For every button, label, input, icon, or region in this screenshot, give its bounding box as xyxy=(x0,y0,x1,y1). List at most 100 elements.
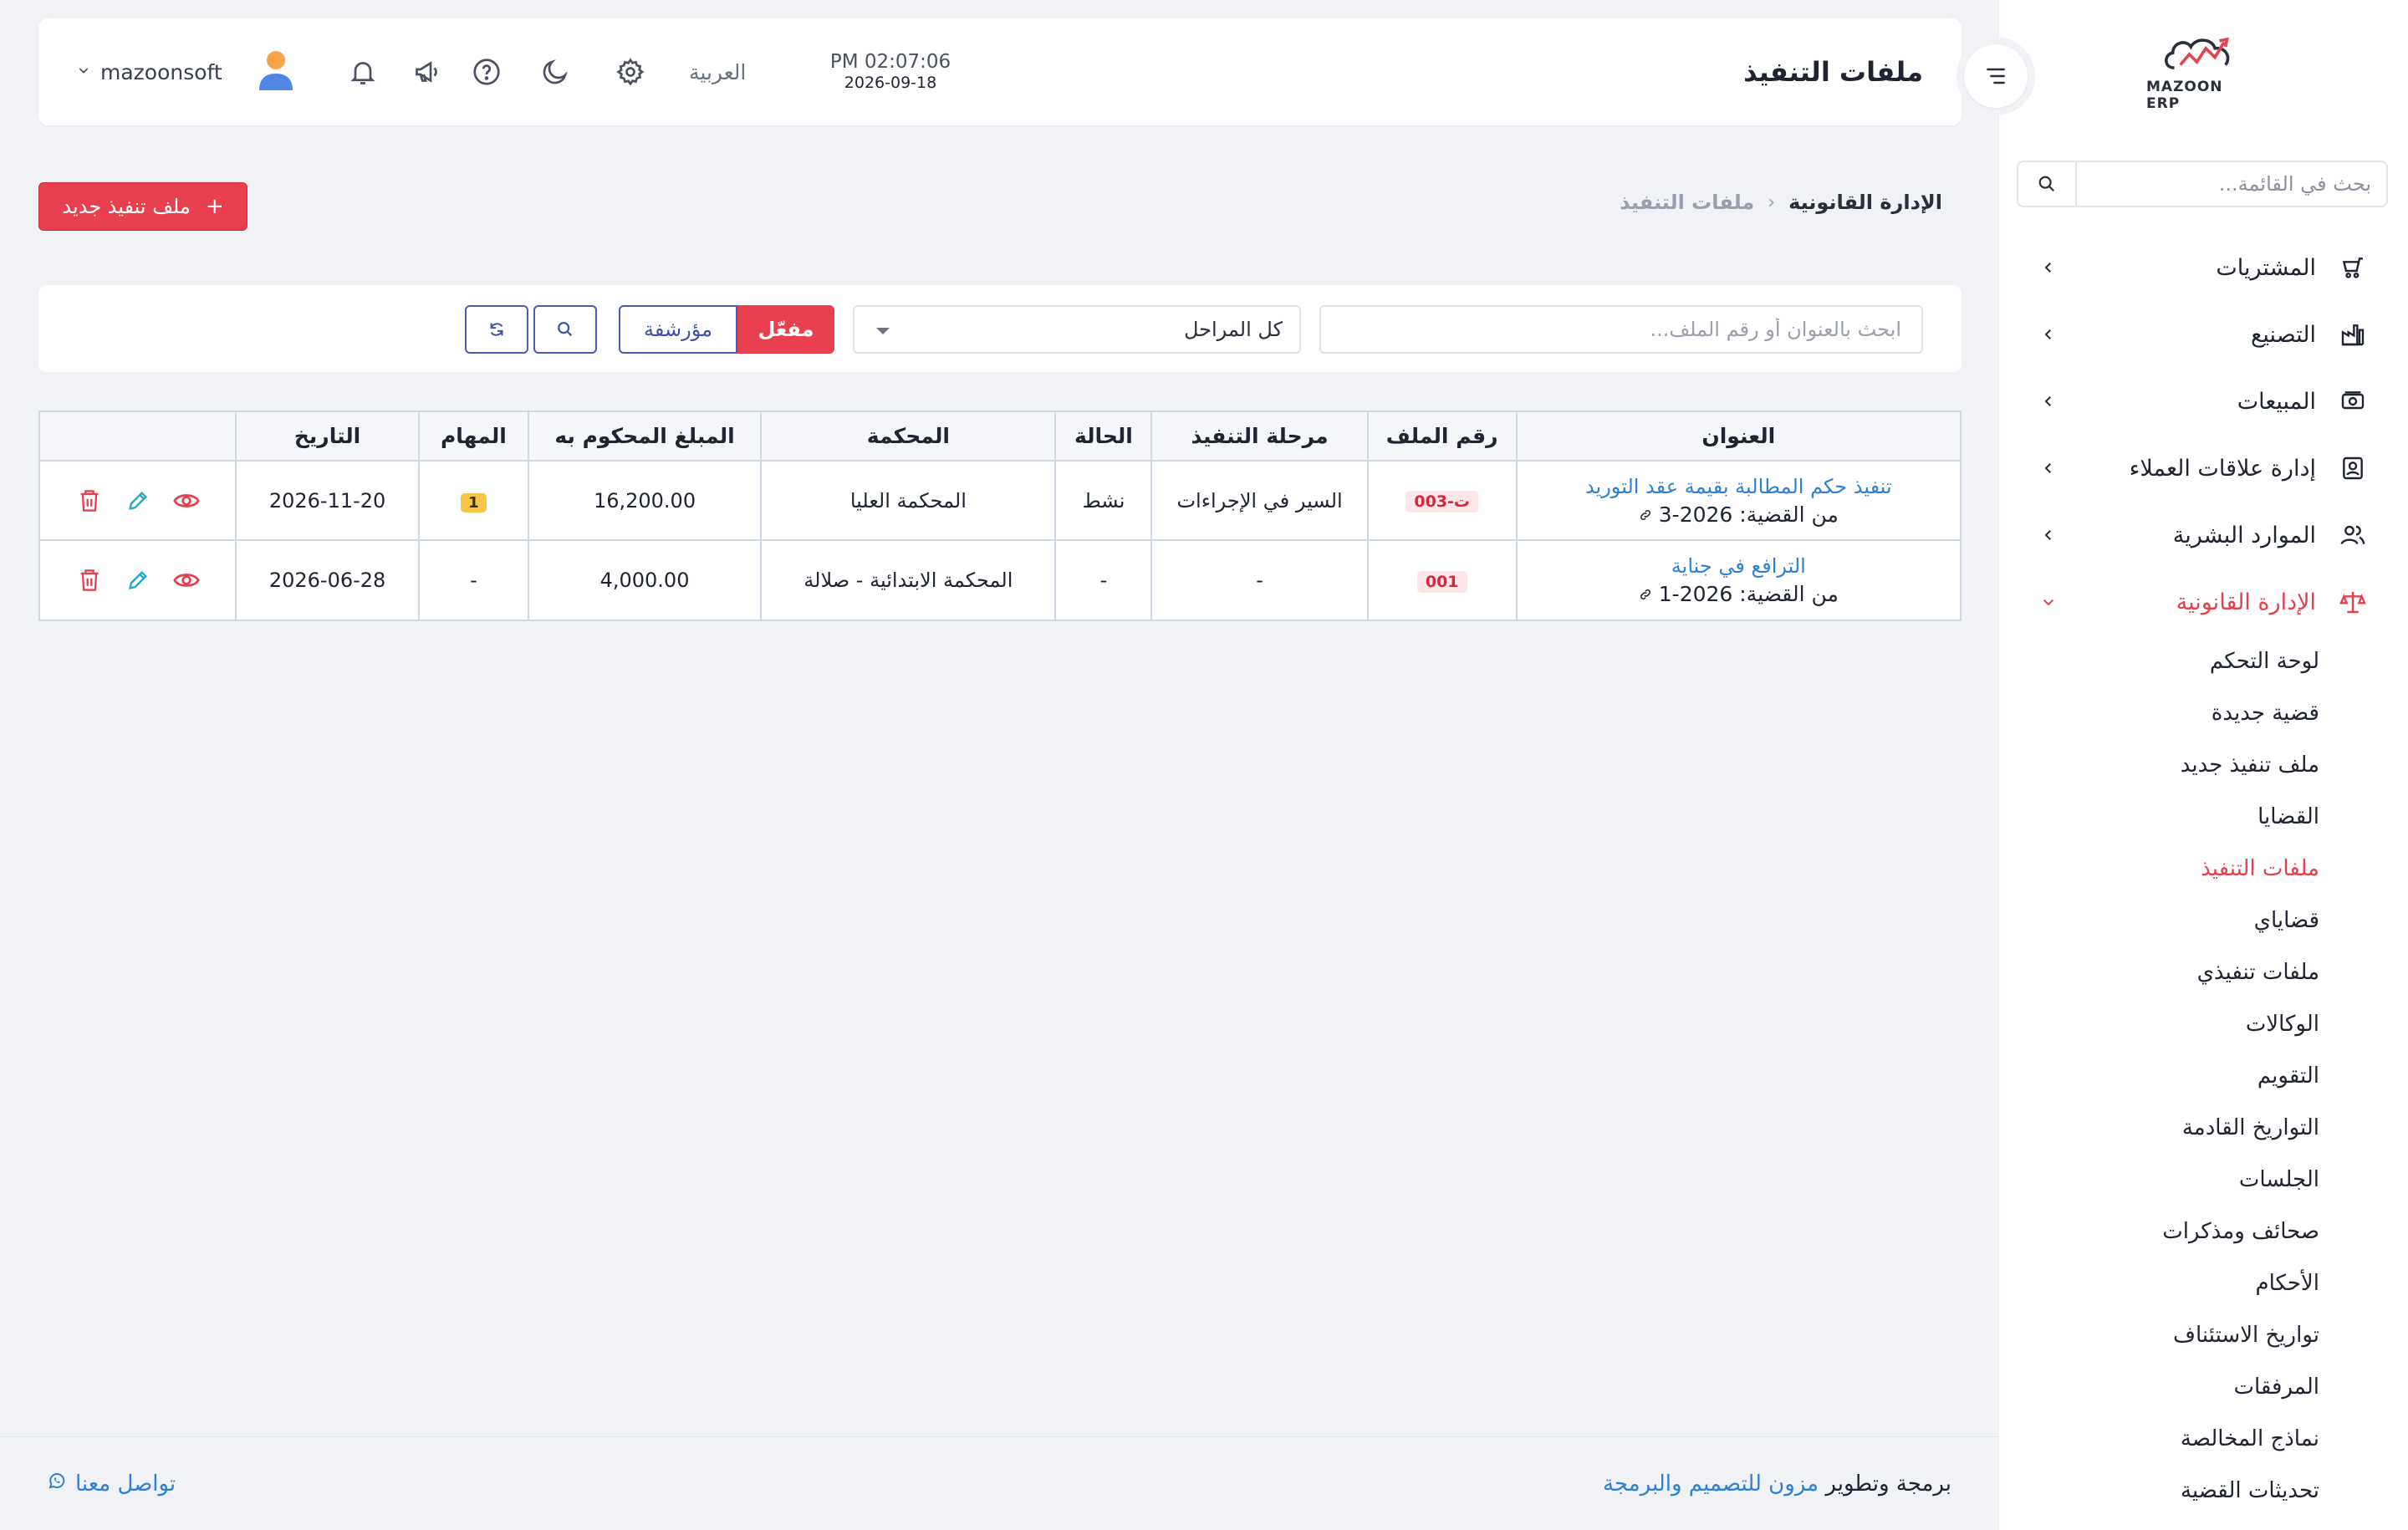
breadcrumb-separator-icon: ‹ xyxy=(1768,191,1776,213)
column-header-tasks[interactable]: المهام xyxy=(417,412,528,462)
sidebar-item-hr[interactable]: الموارد البشرية xyxy=(1998,502,2408,569)
view-icon[interactable] xyxy=(171,565,202,595)
gear-icon[interactable] xyxy=(610,52,650,92)
bell-icon[interactable] xyxy=(343,52,383,92)
cell-actions xyxy=(40,540,236,620)
stage-select-value: كل المراحل xyxy=(1183,318,1283,341)
delete-icon[interactable] xyxy=(74,486,105,516)
cell-date: 2026-06-28 xyxy=(235,540,419,620)
contact-us-link[interactable]: تواصل معنا xyxy=(47,1471,176,1497)
sidebar-item-sales[interactable]: المبيعات xyxy=(1998,368,2408,435)
sidebar-item-label: إدارة علاقات العملاء xyxy=(2129,455,2316,482)
chevron-down-icon xyxy=(2038,592,2059,612)
stage-select[interactable]: كل المراحل xyxy=(853,305,1301,354)
column-header-title[interactable]: العنوان xyxy=(1515,412,1960,462)
cart-icon xyxy=(2338,252,2368,283)
contact-us-label: تواصل معنا xyxy=(75,1471,176,1497)
megaphone-icon[interactable] xyxy=(408,52,448,92)
file-number-badge: ت-003 xyxy=(1406,491,1478,513)
file-title-link[interactable]: تنفيذ حكم المطالبة بقيمة عقد التوريد xyxy=(1518,472,1960,501)
delete-icon[interactable] xyxy=(74,565,105,595)
search-button[interactable] xyxy=(533,305,597,354)
case-reference[interactable]: من القضية: 2026-1 xyxy=(1639,580,1839,609)
chevron-left-icon xyxy=(2038,324,2059,344)
breadcrumb-parent[interactable]: الإدارة القانونية xyxy=(1788,191,1942,214)
sidebar-item-legal[interactable]: الإدارة القانونية xyxy=(1998,569,2408,635)
refresh-button[interactable] xyxy=(465,305,528,354)
sidebar-item-label: الموارد البشرية xyxy=(2172,522,2316,548)
new-execution-file-button[interactable]: + ملف تنفيذ جديد xyxy=(38,182,247,231)
tasks-count-badge[interactable]: 1 xyxy=(461,492,487,513)
submenu-item-pleadings[interactable]: صحائف ومذكرات xyxy=(1998,1206,2319,1257)
view-icon[interactable] xyxy=(171,486,202,516)
sidebar-item-crm[interactable]: إدارة علاقات العملاء xyxy=(1998,435,2408,502)
cell-tasks: 1 xyxy=(417,461,528,541)
column-header-file-no[interactable]: رقم الملف xyxy=(1366,412,1517,462)
submenu-item-judgments[interactable]: الأحكام xyxy=(1998,1257,2319,1309)
file-search-input[interactable] xyxy=(1319,305,1923,354)
language-switch[interactable]: العربية xyxy=(689,18,746,125)
archived-tab[interactable]: مؤرشفة xyxy=(619,305,737,354)
submenu-item-upcoming-dates[interactable]: التواريخ القادمة xyxy=(1998,1102,2319,1154)
cell-stage: السير في الإجراءات xyxy=(1150,461,1368,541)
submenu-item-agencies[interactable]: الوكالات xyxy=(1998,998,2319,1050)
active-tab[interactable]: مفعّل xyxy=(737,305,834,354)
cell-file-no: 001 xyxy=(1366,540,1517,620)
submenu-item-clearance-forms[interactable]: نماذج المخالصة xyxy=(1998,1413,2319,1465)
help-icon[interactable] xyxy=(467,52,507,92)
logo[interactable]: MAZOON ERP xyxy=(2146,32,2255,112)
footer-brand-link[interactable]: مزون للتصميم والبرمجة xyxy=(1603,1471,1819,1497)
submenu-item-my-cases[interactable]: قضاياي xyxy=(1998,895,2319,946)
sidebar-toggle[interactable] xyxy=(1956,37,2035,115)
submenu-item-dashboard[interactable]: لوحة التحكم xyxy=(1998,635,2319,687)
sidebar-item-manufacturing[interactable]: التصنيع xyxy=(1998,301,2408,368)
submenu-item-new-execution-file[interactable]: ملف تنفيذ جديد xyxy=(1998,739,2319,791)
submenu-item-sessions[interactable]: الجلسات xyxy=(1998,1154,2319,1206)
column-header-amount[interactable]: المبلغ المحكوم به xyxy=(527,412,762,462)
edit-icon[interactable] xyxy=(123,486,153,516)
submenu-item-appeal-dates[interactable]: تواريخ الاستئناف xyxy=(1998,1309,2319,1361)
sidebar-search-icon[interactable] xyxy=(2018,162,2077,206)
table-header-row: العنوان رقم الملف مرحلة التنفيذ الحالة ا… xyxy=(40,412,1960,462)
submenu-item-calendar[interactable]: التقويم xyxy=(1998,1050,2319,1102)
username: mazoonsoft xyxy=(100,59,222,84)
cell-amount: 16,200.00 xyxy=(527,461,762,541)
cell-date: 2026-11-20 xyxy=(235,461,419,541)
submenu-item-cases[interactable]: القضايا xyxy=(1998,791,2319,843)
submenu-item-attachments[interactable]: المرفقات xyxy=(1998,1361,2319,1413)
case-reference-text: من القضية: 2026-1 xyxy=(1658,582,1839,606)
users-icon xyxy=(2338,520,2368,550)
cell-stage: - xyxy=(1150,540,1368,620)
caret-down-icon xyxy=(875,318,891,341)
menu-icon xyxy=(1987,68,2005,84)
submenu-item-new-case[interactable]: قضية جديدة xyxy=(1998,687,2319,739)
chevron-left-icon xyxy=(2038,458,2059,478)
factory-icon xyxy=(2338,319,2368,349)
moon-icon[interactable] xyxy=(535,52,575,92)
user-menu[interactable]: mazoonsoft xyxy=(77,18,296,125)
chevron-down-icon xyxy=(77,64,90,80)
column-header-court[interactable]: المحكمة xyxy=(760,412,1056,462)
breadcrumb: الإدارة القانونية ‹ ملفات التنفيذ xyxy=(1620,191,1942,214)
submenu-item-case-updates[interactable]: تحديثات القضية xyxy=(1998,1465,2319,1517)
sidebar-search-input[interactable] xyxy=(2077,162,2386,206)
column-header-status[interactable]: الحالة xyxy=(1054,412,1152,462)
submenu-item-my-execution-files[interactable]: ملفات تنفيذي xyxy=(1998,946,2319,998)
breadcrumb-current: ملفات التنفيذ xyxy=(1620,191,1755,214)
clock: PM 02:07:06 2026-09-18 xyxy=(794,50,987,92)
edit-icon[interactable] xyxy=(123,565,153,595)
sidebar-item-label: المشتريات xyxy=(2216,254,2316,281)
column-header-date[interactable]: التاريخ xyxy=(235,412,419,462)
cell-status: - xyxy=(1054,540,1152,620)
refresh-icon xyxy=(490,323,503,336)
submenu-item-execution-files[interactable]: ملفات التنفيذ xyxy=(1998,843,2319,895)
case-reference[interactable]: من القضية: 2026-3 xyxy=(1639,501,1839,529)
file-title-link[interactable]: الترافع في جناية xyxy=(1518,552,1960,580)
status-toggle: مؤرشفة مفعّل xyxy=(619,305,834,354)
execution-files-table: العنوان رقم الملف مرحلة التنفيذ الحالة ا… xyxy=(38,411,1962,621)
column-header-stage[interactable]: مرحلة التنفيذ xyxy=(1150,412,1368,462)
sidebar-toggle-inner xyxy=(1964,44,2028,108)
avatar xyxy=(256,48,296,95)
sidebar-item-purchases[interactable]: المشتريات xyxy=(1998,234,2408,301)
search-icon xyxy=(558,322,573,337)
